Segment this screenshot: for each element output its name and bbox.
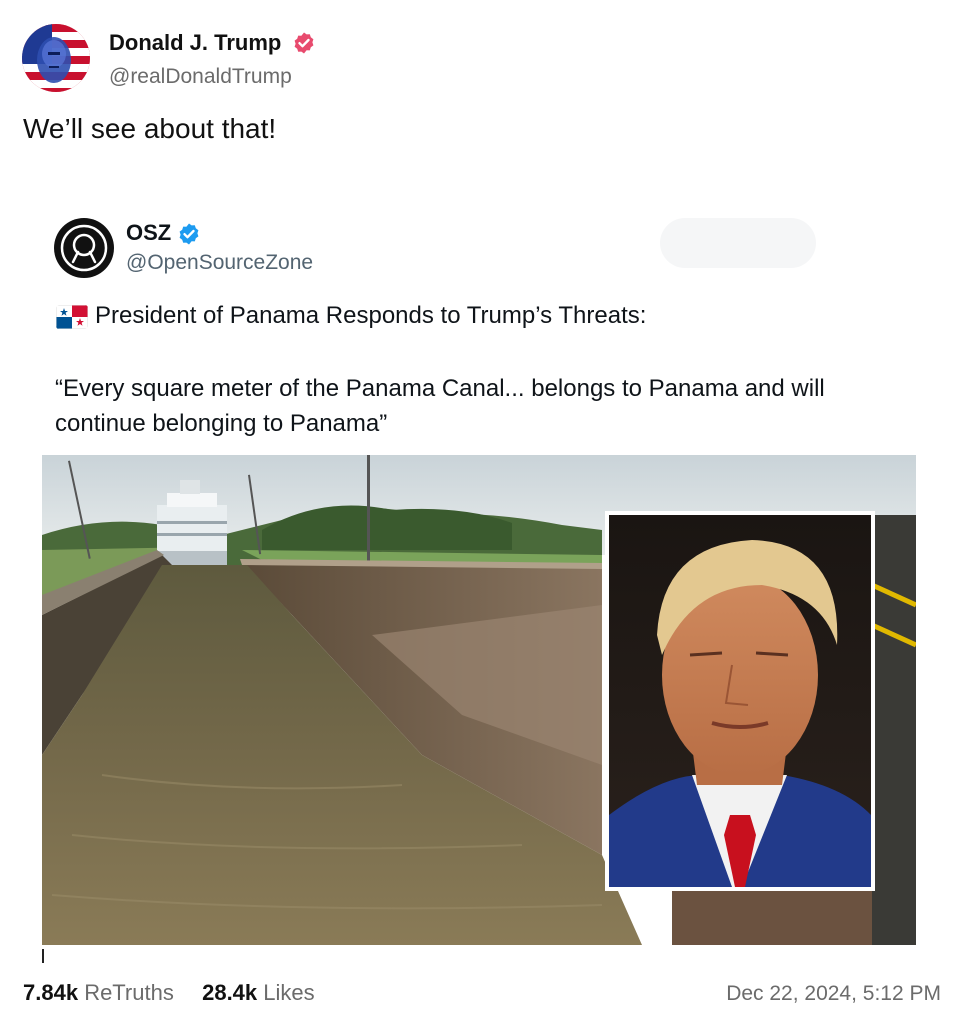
likes-label[interactable]: Likes	[263, 980, 314, 1005]
quoted-author-name: OSZ	[126, 220, 172, 245]
retruths-label[interactable]: ReTruths	[84, 980, 174, 1005]
quoted-author-avatar	[54, 218, 114, 278]
likes-count[interactable]: 28.4k	[202, 980, 257, 1005]
panama-flag-icon	[56, 305, 88, 329]
quoted-author-handle: @OpenSourceZone	[126, 251, 314, 274]
retruths-count[interactable]: 7.84k	[23, 980, 78, 1005]
avatar-image	[22, 24, 90, 92]
post-text: We’ll see about that!	[23, 113, 277, 144]
post-stats: 7.84k ReTruths 28.4k Likes	[23, 980, 315, 1006]
quoted-body: “Every square meter of the Panama Canal.…	[55, 375, 825, 437]
quoted-headline: President of Panama Responds to Trump’s …	[95, 302, 647, 329]
author-avatar[interactable]	[22, 24, 90, 92]
author-name[interactable]: Donald J. Trump	[109, 30, 281, 56]
canal-photo[interactable]	[42, 455, 916, 945]
verified-badge-icon	[294, 32, 314, 54]
text-caret	[42, 949, 44, 963]
author-handle[interactable]: @realDonaldTrump	[109, 65, 292, 89]
blurred-follow-button	[660, 218, 816, 268]
post-timestamp[interactable]: Dec 22, 2024, 5:12 PM	[726, 982, 941, 1006]
quoted-verified-badge-icon	[179, 223, 199, 245]
